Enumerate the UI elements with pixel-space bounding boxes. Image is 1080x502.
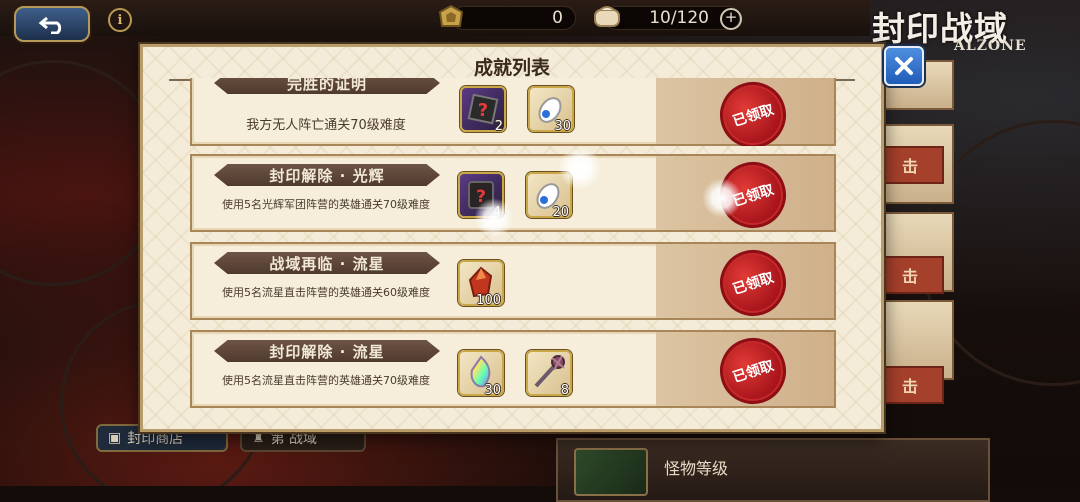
monster-portrait: [574, 448, 648, 496]
dialog-title: 成就列表: [473, 57, 550, 79]
achievement-title: 封印解除 · 光辉: [214, 164, 440, 186]
back-button[interactable]: [14, 6, 90, 42]
reward-count: 20: [552, 205, 569, 220]
currency-value: 0: [552, 8, 563, 28]
achievement-title: 战域再临 · 流星: [214, 252, 440, 274]
reward-item[interactable]: 30: [528, 86, 574, 134]
reward-count: 30: [554, 119, 571, 134]
game-logo-subtitle: ALZONE: [954, 38, 1027, 54]
bread-icon: [594, 6, 620, 27]
side-challenge-label: 击: [901, 157, 918, 176]
achievement-row: 完胜的证明 我方无人阵亡通关70级难度 ? 2 30 已领取: [190, 78, 836, 146]
side-challenge-label: 击: [901, 377, 918, 396]
add-stamina-icon[interactable]: +: [720, 8, 742, 30]
achievement-description: 使用5名流星直击阵营的英雄通关70级难度: [222, 374, 430, 387]
gold-medal-icon: [438, 4, 464, 27]
achievement-description: 我方无人阵亡通关70级难度: [246, 118, 406, 133]
trophy-icon: ♜: [252, 430, 265, 446]
achievement-title: 封印解除 · 流星: [214, 340, 440, 362]
sparkle-effect: [702, 178, 742, 218]
reward-count: 2: [494, 119, 503, 134]
close-button[interactable]: [884, 46, 924, 86]
side-challenge-button[interactable]: 击: [876, 366, 944, 404]
achievement-row: 封印解除 · 流星 使用5名流星直击阵营的英雄通关70级难度 30 8 已领取: [190, 329, 836, 413]
reward-item[interactable]: 100: [458, 260, 504, 308]
side-challenge-button[interactable]: 击: [876, 146, 944, 184]
achievement-row: 战域再临 · 流星 使用5名流星直击阵营的英雄通关60级难度 100 已领取: [190, 241, 836, 325]
side-challenge-label: 击: [901, 267, 918, 286]
svg-text:?: ?: [478, 100, 488, 121]
reward-count: 30: [484, 383, 501, 398]
info-icon[interactable]: i: [108, 8, 132, 32]
reward-item[interactable]: ? 2: [460, 86, 506, 134]
currency-counter: 0: [452, 6, 576, 30]
reward-count: 100: [476, 293, 501, 308]
gift-icon: ▣: [108, 430, 122, 446]
reward-item[interactable]: 30: [458, 350, 504, 398]
side-challenge-button[interactable]: 击: [876, 256, 944, 294]
sparkle-effect: [558, 146, 602, 190]
reward-count: 8: [560, 383, 569, 398]
sparkle-effect: [474, 198, 514, 238]
back-arrow-icon: [38, 16, 62, 34]
achievement-description: 使用5名流星直击阵营的英雄通关60级难度: [222, 286, 430, 299]
reward-item[interactable]: 8: [526, 350, 572, 398]
close-icon: [895, 57, 913, 75]
achievement-description: 使用5名光辉军团阵营的英雄通关70级难度: [222, 198, 430, 211]
stamina-value: 10/120: [649, 8, 709, 28]
monster-level-label: 怪物等级: [664, 459, 729, 478]
